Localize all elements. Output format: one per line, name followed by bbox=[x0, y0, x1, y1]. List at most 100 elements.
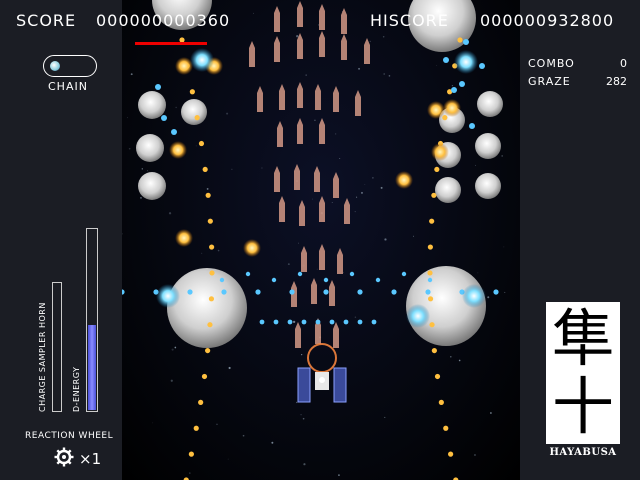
bullet-gold bbox=[434, 166, 440, 173]
bullet-gold bbox=[209, 244, 215, 250]
bullet-blue bbox=[329, 319, 335, 325]
enemy-missile bbox=[279, 84, 285, 110]
bullet-blue bbox=[427, 277, 433, 283]
asteroid bbox=[167, 268, 247, 348]
enemy-missile bbox=[311, 278, 317, 304]
bullet-gold bbox=[209, 270, 215, 276]
star bbox=[302, 417, 305, 420]
enemy-missile bbox=[295, 322, 301, 348]
d-energy-label: D-ENERGY bbox=[72, 366, 81, 412]
star bbox=[126, 117, 128, 119]
enemy-missile bbox=[319, 244, 325, 270]
combo-value: 0 bbox=[620, 57, 627, 70]
missile-body bbox=[311, 278, 317, 304]
star bbox=[228, 366, 231, 370]
star bbox=[314, 119, 316, 121]
bullet-gold bbox=[429, 218, 435, 224]
player-ship bbox=[297, 343, 347, 403]
enemy-missile bbox=[301, 246, 307, 272]
playfield bbox=[122, 0, 520, 480]
star bbox=[343, 271, 344, 273]
asteroid bbox=[475, 133, 501, 159]
missile-body bbox=[297, 82, 303, 108]
star bbox=[475, 164, 477, 166]
explosion-glow bbox=[431, 143, 449, 161]
bullet-blue bbox=[371, 319, 377, 325]
missile-body bbox=[249, 41, 255, 67]
star bbox=[489, 412, 492, 414]
enemy-missile bbox=[355, 90, 361, 116]
probe-core bbox=[319, 377, 325, 383]
bullet-blue bbox=[425, 289, 431, 295]
bullet-blue bbox=[357, 319, 363, 325]
star bbox=[216, 423, 218, 426]
energy-glow bbox=[190, 48, 214, 72]
gear-icon bbox=[54, 447, 74, 467]
energy-glow bbox=[454, 50, 478, 74]
enemy-missile bbox=[297, 118, 303, 144]
star bbox=[305, 74, 307, 76]
star bbox=[303, 463, 306, 466]
bullet-blue bbox=[161, 115, 167, 121]
star bbox=[360, 191, 363, 194]
d-energy-fill bbox=[88, 325, 96, 410]
star bbox=[338, 474, 340, 477]
bullet-gold bbox=[427, 270, 433, 276]
enemy-missile bbox=[337, 248, 343, 274]
star bbox=[298, 242, 299, 244]
explosion-glow bbox=[175, 229, 193, 247]
reaction-wheel-count: ×1 bbox=[79, 450, 102, 468]
enemy-missile bbox=[257, 86, 263, 112]
shield-ring bbox=[307, 343, 337, 373]
missile-body bbox=[355, 90, 361, 116]
bullet-gold bbox=[431, 347, 437, 354]
asteroid bbox=[138, 91, 166, 119]
hayabusa-emblem: 隼 十 bbox=[546, 302, 620, 444]
enemy-missile bbox=[294, 164, 300, 190]
bullet-blue bbox=[323, 289, 329, 295]
solar-panel-left bbox=[297, 367, 311, 403]
star bbox=[170, 379, 173, 382]
enemy-missile bbox=[277, 121, 283, 147]
missile-body bbox=[294, 164, 300, 190]
star bbox=[372, 177, 374, 179]
star bbox=[474, 454, 476, 456]
enemy-missile bbox=[249, 41, 255, 67]
combo-label: COMBO bbox=[528, 57, 575, 70]
score-bar-hud: SCORE 000000000360 HISCORE 000000932800 bbox=[0, 0, 640, 45]
star bbox=[380, 186, 383, 189]
bullet-blue bbox=[443, 57, 449, 63]
bullet-blue bbox=[301, 319, 307, 325]
energy-glow bbox=[156, 284, 180, 308]
missile-body bbox=[297, 118, 303, 144]
charge-sampler-horn-gauge bbox=[52, 282, 62, 412]
enemy-missile bbox=[297, 82, 303, 108]
bullet-gold bbox=[448, 451, 454, 457]
energy-glow bbox=[462, 284, 486, 308]
chain-label: CHAIN bbox=[48, 80, 88, 93]
explosion-glow bbox=[427, 101, 445, 119]
chain-orb-icon bbox=[50, 61, 60, 71]
star bbox=[487, 296, 490, 299]
bullet-blue bbox=[122, 289, 125, 295]
enemy-missile bbox=[279, 196, 285, 222]
star bbox=[450, 355, 452, 358]
enemy-missile bbox=[299, 200, 305, 226]
star bbox=[364, 184, 366, 185]
star bbox=[152, 422, 154, 424]
left-hud-panel: CHAIN CHARGE SAMPLER HORN D-ENERGY REACT… bbox=[0, 0, 122, 480]
star bbox=[226, 112, 229, 115]
bullet-gold bbox=[205, 347, 211, 354]
bullet-blue bbox=[459, 81, 465, 87]
enemy-missile bbox=[344, 198, 350, 224]
star bbox=[292, 320, 296, 324]
bullet-blue bbox=[273, 319, 279, 325]
explosion-glow bbox=[169, 141, 187, 159]
bullet-blue bbox=[155, 84, 161, 90]
star bbox=[384, 238, 387, 241]
missile-body bbox=[319, 118, 325, 144]
star bbox=[412, 235, 415, 237]
enemy-missile bbox=[319, 118, 325, 144]
explosion-glow bbox=[243, 239, 261, 257]
star bbox=[140, 196, 142, 199]
